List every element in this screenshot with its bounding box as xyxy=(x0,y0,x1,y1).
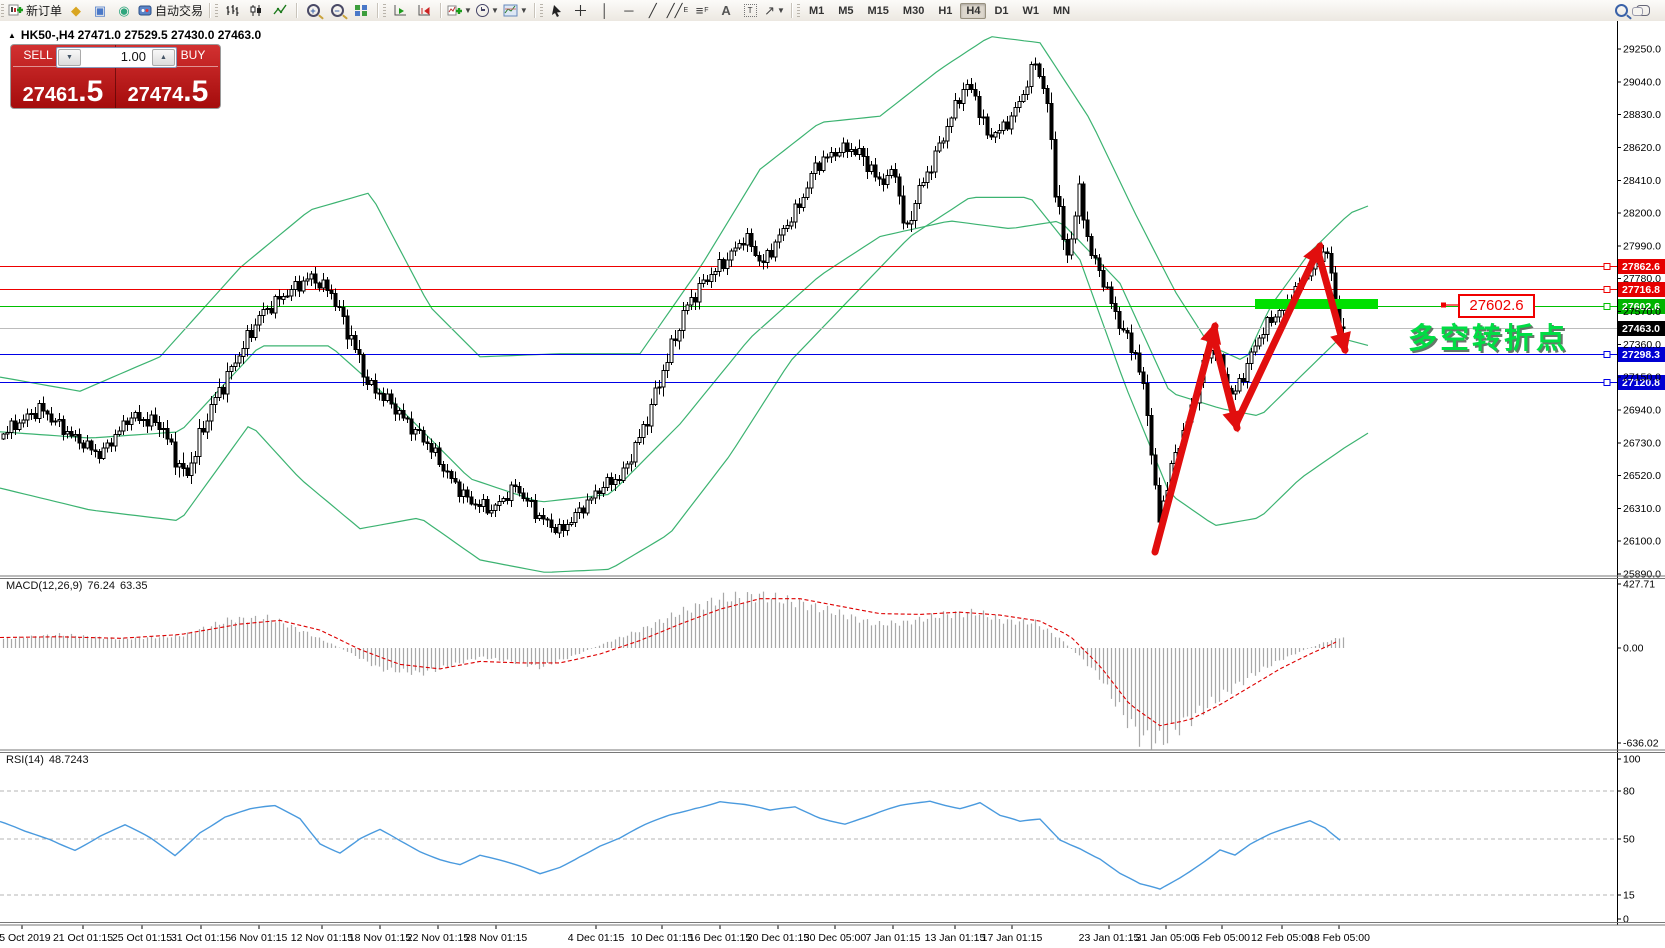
svg-text:31 Jan 05:00: 31 Jan 05:00 xyxy=(1136,932,1197,944)
svg-text:100: 100 xyxy=(1623,754,1641,766)
chart-title: ▲ HK50-,H4 27471.0 27529.5 27430.0 27463.… xyxy=(8,28,261,42)
turning-point-note[interactable]: 多空转折点 xyxy=(1408,315,1568,357)
buy-price: 27474.5 xyxy=(116,79,220,107)
svg-text:15: 15 xyxy=(1623,890,1635,902)
svg-text:26940.0: 26940.0 xyxy=(1623,404,1661,416)
svg-text:6 Nov 01:15: 6 Nov 01:15 xyxy=(231,932,288,944)
volume-value: 1.00 xyxy=(82,48,151,67)
svg-text:10 Dec 01:15: 10 Dec 01:15 xyxy=(631,932,694,944)
sell-price: 27461.5 xyxy=(11,79,115,107)
support-zone-bar[interactable] xyxy=(1255,299,1378,309)
macd-name: MACD(12,26,9) xyxy=(6,580,82,592)
svg-text:12 Feb 05:00: 12 Feb 05:00 xyxy=(1251,932,1313,944)
svg-text:30 Dec 05:00: 30 Dec 05:00 xyxy=(804,932,867,944)
volume-stepper[interactable]: ▼ 1.00 ▲ xyxy=(56,47,177,68)
svg-text:-636.02: -636.02 xyxy=(1623,737,1659,749)
svg-text:15 Oct 2019: 15 Oct 2019 xyxy=(0,932,51,944)
svg-text:28620.0: 28620.0 xyxy=(1623,142,1661,154)
svg-text:26310.0: 26310.0 xyxy=(1623,503,1661,515)
volume-decrease-button[interactable]: ▼ xyxy=(58,49,81,66)
one-click-trading-panel: SELL 27461.5 BUY 27474.5 ▼ 1.00 ▲ xyxy=(10,44,221,109)
svg-text:427.71: 427.71 xyxy=(1623,579,1655,591)
svg-text:27780.0: 27780.0 xyxy=(1623,273,1661,285)
svg-text:28410.0: 28410.0 xyxy=(1623,175,1661,187)
rsi-value: 48.7243 xyxy=(49,754,89,766)
svg-text:31 Oct 01:15: 31 Oct 01:15 xyxy=(171,932,231,944)
svg-text:28 Nov 01:15: 28 Nov 01:15 xyxy=(465,932,528,944)
svg-text:23 Jan 01:15: 23 Jan 01:15 xyxy=(1079,932,1140,944)
svg-text:80: 80 xyxy=(1623,786,1635,798)
svg-text:20 Dec 01:15: 20 Dec 01:15 xyxy=(747,932,810,944)
mt4-terminal: 新订单 ◆ ▣ ◉ 自动交易 + − ▼ ▼ ▼ │ ─ ╱ ╱╱E ≡F A … xyxy=(0,0,1665,948)
svg-text:6 Feb 05:00: 6 Feb 05:00 xyxy=(1194,932,1250,944)
svg-text:28830.0: 28830.0 xyxy=(1623,109,1661,121)
svg-text:28200.0: 28200.0 xyxy=(1623,208,1661,220)
macd-indicator-label: MACD(12,26,9) 76.24 63.35 xyxy=(6,580,152,592)
svg-text:27862.6: 27862.6 xyxy=(1622,261,1660,273)
svg-text:13 Jan 01:15: 13 Jan 01:15 xyxy=(925,932,986,944)
macd-signal-value: 63.35 xyxy=(120,580,148,592)
svg-text:26100.0: 26100.0 xyxy=(1623,536,1661,548)
svg-text:27463.0: 27463.0 xyxy=(1622,323,1660,335)
symbol-ohlc-label: HK50-,H4 27471.0 27529.5 27430.0 27463.0 xyxy=(21,28,261,42)
macd-main-value: 76.24 xyxy=(87,580,115,592)
svg-text:18 Feb 05:00: 18 Feb 05:00 xyxy=(1308,932,1370,944)
svg-text:0: 0 xyxy=(1623,914,1629,926)
collapse-panel-icon[interactable]: ▲ xyxy=(8,31,16,40)
svg-text:50: 50 xyxy=(1623,834,1635,846)
svg-text:18 Nov 01:15: 18 Nov 01:15 xyxy=(349,932,412,944)
svg-text:22 Nov 01:15: 22 Nov 01:15 xyxy=(407,932,470,944)
svg-text:16 Dec 01:15: 16 Dec 01:15 xyxy=(689,932,752,944)
svg-text:0.00: 0.00 xyxy=(1623,643,1644,655)
svg-text:4 Dec 01:15: 4 Dec 01:15 xyxy=(568,932,625,944)
svg-text:12 Nov 01:15: 12 Nov 01:15 xyxy=(291,932,354,944)
svg-text:29040.0: 29040.0 xyxy=(1623,76,1661,88)
volume-increase-button[interactable]: ▲ xyxy=(152,49,175,66)
svg-text:26730.0: 26730.0 xyxy=(1623,437,1661,449)
rsi-indicator-label: RSI(14) 48.7243 xyxy=(6,754,94,766)
chart-canvas[interactable]: 27862.627716.827602.627463.027298.327120… xyxy=(0,0,1665,948)
svg-text:26520.0: 26520.0 xyxy=(1623,470,1661,482)
svg-text:7 Jan 01:15: 7 Jan 01:15 xyxy=(866,932,921,944)
svg-text:25 Oct 01:15: 25 Oct 01:15 xyxy=(112,932,172,944)
svg-text:27716.8: 27716.8 xyxy=(1622,284,1660,296)
rsi-name: RSI(14) xyxy=(6,754,44,766)
svg-text:27360.0: 27360.0 xyxy=(1623,339,1661,351)
svg-text:27570.0: 27570.0 xyxy=(1623,306,1661,318)
svg-text:29250.0: 29250.0 xyxy=(1623,44,1661,56)
svg-text:17 Jan 01:15: 17 Jan 01:15 xyxy=(982,932,1043,944)
svg-text:21 Oct 01:15: 21 Oct 01:15 xyxy=(53,932,113,944)
svg-text:27990.0: 27990.0 xyxy=(1623,240,1661,252)
svg-text:27150.0: 27150.0 xyxy=(1623,372,1661,384)
